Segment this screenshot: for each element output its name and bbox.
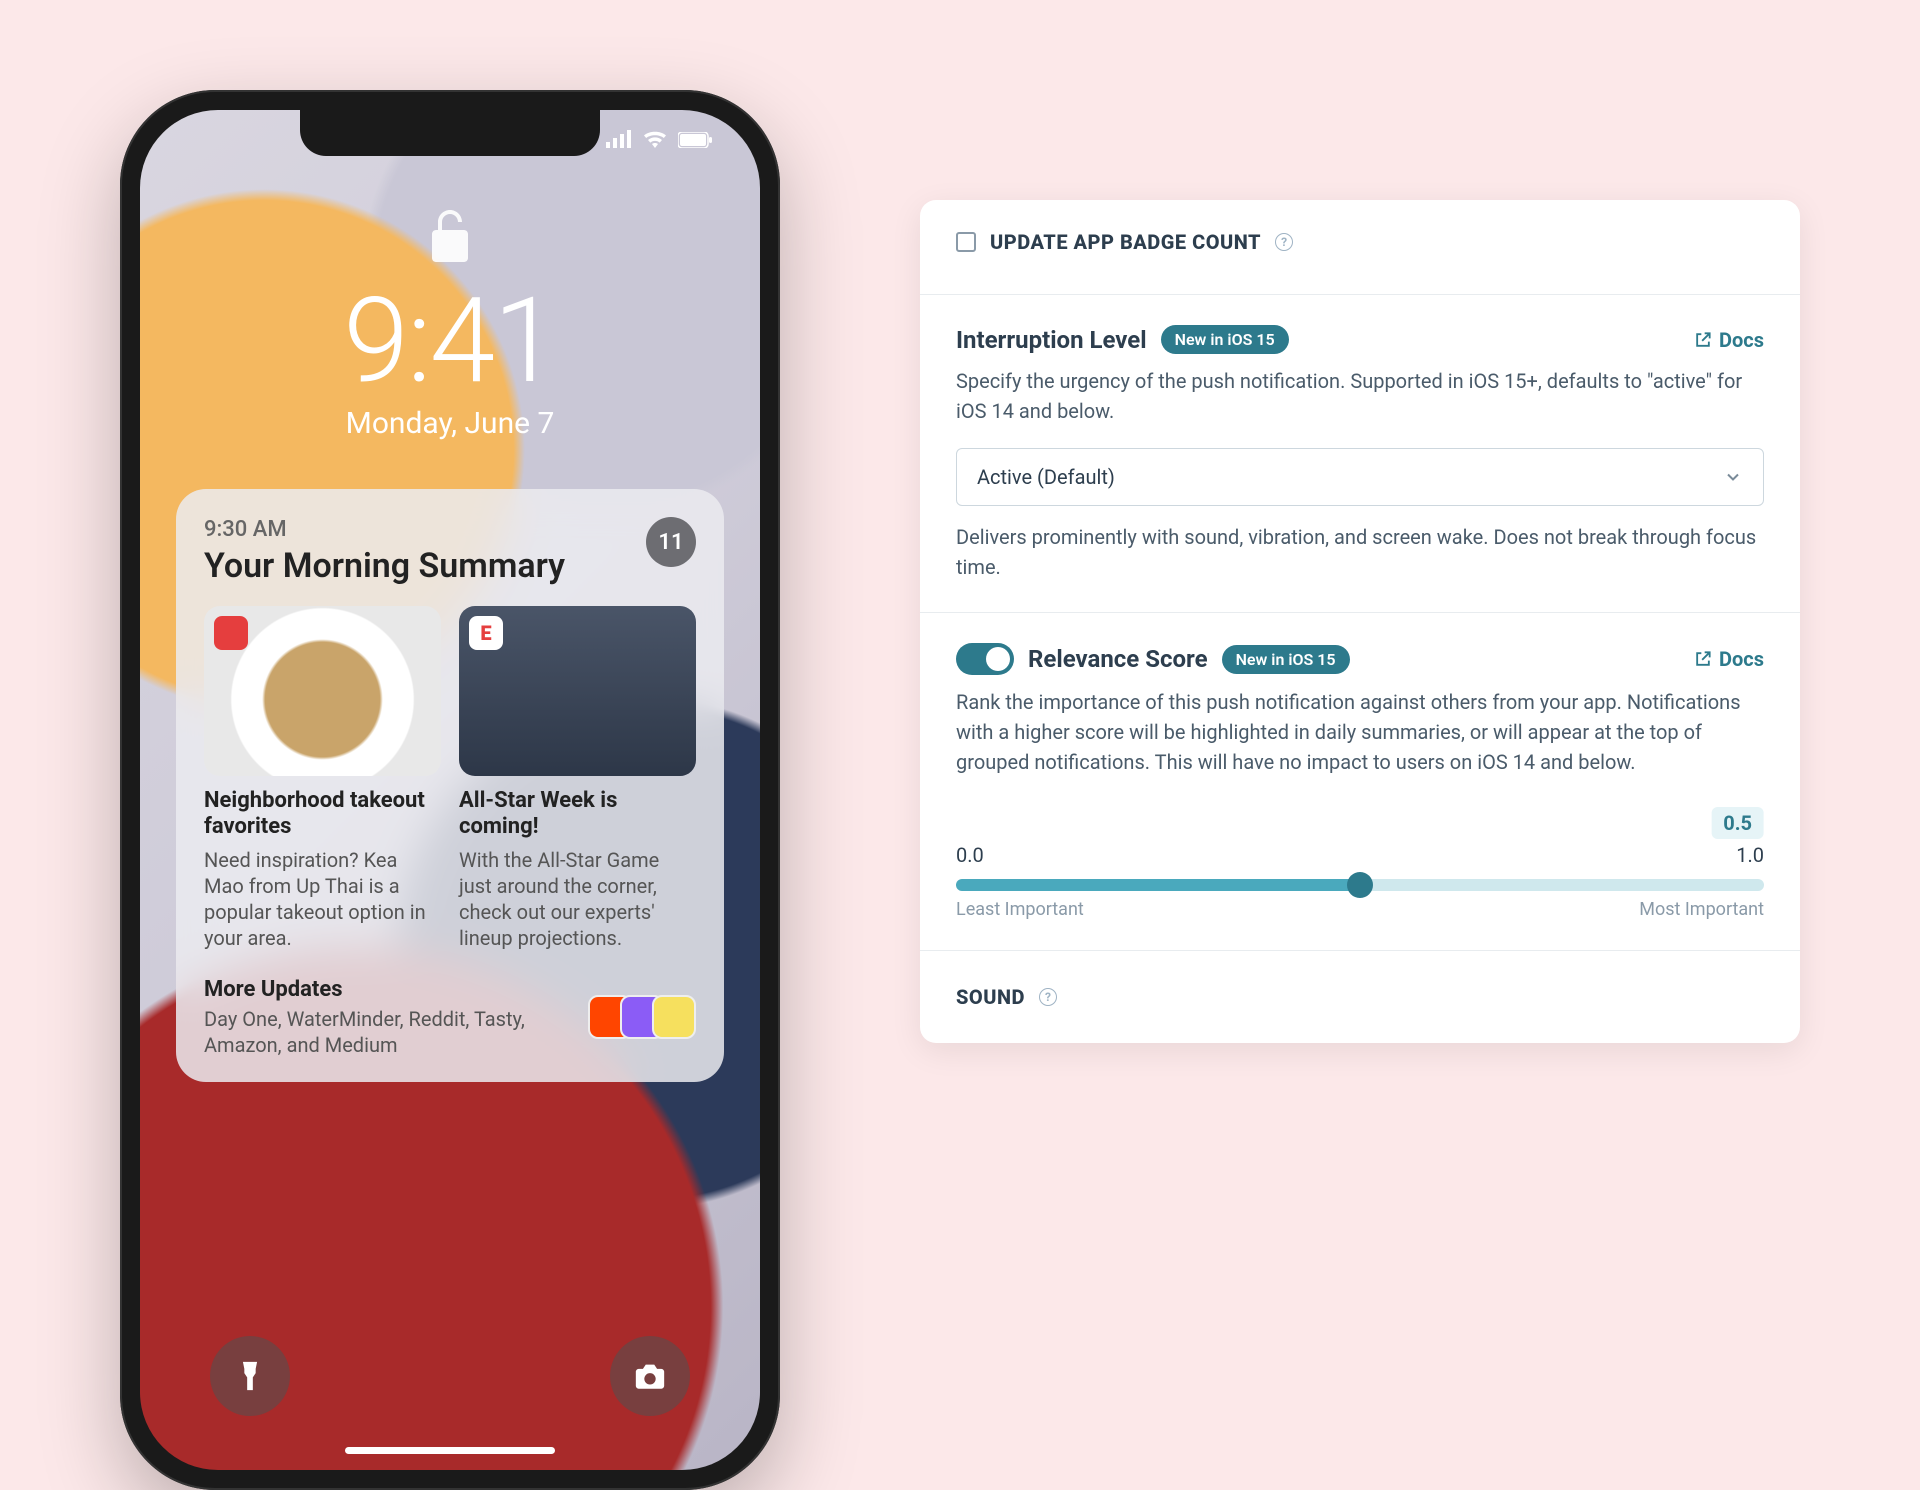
slider-track[interactable] [956,879,1764,891]
interruption-select[interactable]: Active (Default) [956,448,1764,506]
relevance-title: Relevance Score [1028,645,1208,673]
camera-button[interactable] [610,1336,690,1416]
interruption-section: Interruption Level New in iOS 15 Docs Sp… [920,295,1800,613]
sound-section: SOUND ? [920,951,1800,1043]
badge-count-checkbox[interactable] [956,232,976,252]
slider-value: 0.5 [1711,807,1764,839]
chevron-down-icon [1723,467,1743,487]
more-updates-body: Day One, WaterMinder, Reddit, Tasty, Ama… [204,1006,564,1058]
settings-panel: UPDATE APP BADGE COUNT ? Interruption Le… [920,200,1800,1043]
external-link-icon [1693,330,1713,350]
lock-screen-actions [140,1336,760,1416]
slider-max: 1.0 [1736,843,1764,867]
select-value: Active (Default) [977,465,1115,489]
phone-screen: 9:41 Monday, June 7 9:30 AM Your Morning… [140,110,760,1470]
summary-item-body: Need inspiration? Kea Mao from Up Thai i… [204,847,441,951]
lock-screen-header: 9:41 Monday, June 7 [140,110,760,441]
wifi-icon [642,128,668,153]
help-icon[interactable]: ? [1275,233,1293,251]
summary-timestamp: 9:30 AM [204,517,696,542]
new-badge: New in iOS 15 [1161,325,1289,354]
signal-icon [606,129,632,153]
slider-thumb[interactable] [1347,872,1373,898]
badge-count-label: UPDATE APP BADGE COUNT [990,230,1261,254]
summary-item-heading: All-Star Week is coming! [459,788,696,841]
slider-min: 0.0 [956,843,984,867]
new-badge: New in iOS 15 [1222,645,1350,674]
help-icon[interactable]: ? [1039,988,1057,1006]
summary-thumbnail: E [459,606,696,776]
relevance-desc: Rank the importance of this push notific… [956,687,1764,777]
lock-time: 9:41 [140,282,760,400]
home-indicator [345,1447,555,1454]
slider-max-label: Most Important [1639,899,1764,920]
app-badge-icon [214,616,248,650]
docs-label: Docs [1719,328,1764,352]
docs-link[interactable]: Docs [1693,647,1764,671]
summary-title: Your Morning Summary [204,546,696,586]
interruption-helper: Delivers prominently with sound, vibrati… [956,522,1764,582]
interruption-title: Interruption Level [956,326,1147,354]
slider-min-label: Least Important [956,899,1084,920]
summary-count-badge: 11 [646,517,696,567]
phone-notch [300,110,600,156]
app-badge-icon: E [469,616,503,650]
unlock-icon [430,247,470,266]
interruption-desc: Specify the urgency of the push notifica… [956,366,1764,426]
morning-summary-card[interactable]: 9:30 AM Your Morning Summary 11 Neighbor… [176,489,724,1082]
summary-grid: Neighborhood takeout favorites Need insp… [204,606,696,951]
summary-item[interactable]: Neighborhood takeout favorites Need insp… [204,606,441,951]
more-updates-icons [600,995,696,1039]
battery-icon [678,129,712,153]
lock-date: Monday, June 7 [140,406,760,441]
summary-item-heading: Neighborhood takeout favorites [204,788,441,841]
summary-item-body: With the All-Star Game just around the c… [459,847,696,951]
app-icon [652,995,696,1039]
phone-mockup: 9:41 Monday, June 7 9:30 AM Your Morning… [120,90,780,1490]
status-bar [606,128,712,153]
more-updates-heading: More Updates [204,977,564,1002]
badge-count-section: UPDATE APP BADGE COUNT ? [920,200,1800,295]
summary-item[interactable]: E All-Star Week is coming! With the All-… [459,606,696,951]
summary-thumbnail [204,606,441,776]
docs-label: Docs [1719,647,1764,671]
relevance-toggle[interactable] [956,643,1014,675]
sound-label: SOUND [956,985,1025,1009]
external-link-icon [1693,649,1713,669]
relevance-section: Relevance Score New in iOS 15 Docs Rank … [920,613,1800,951]
flashlight-button[interactable] [210,1336,290,1416]
docs-link[interactable]: Docs [1693,328,1764,352]
relevance-slider: 0.5 0.0 1.0 Least Important Most Importa… [956,807,1764,920]
more-updates-row[interactable]: More Updates Day One, WaterMinder, Reddi… [204,977,696,1058]
